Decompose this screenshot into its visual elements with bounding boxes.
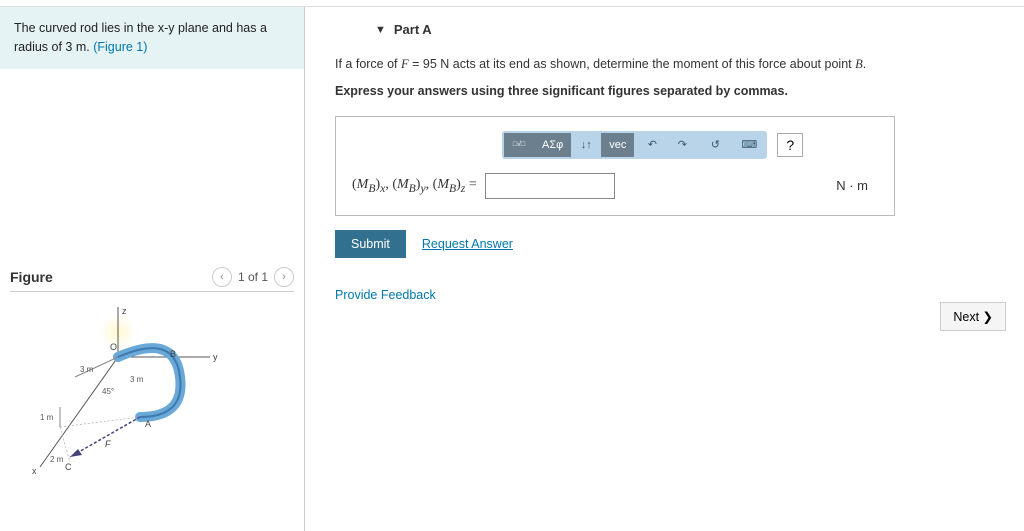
provide-feedback-link[interactable]: Provide Feedback: [335, 288, 436, 302]
force-label: F: [105, 439, 111, 449]
dim-3m-top: 3 m: [80, 365, 94, 374]
point-b-label: B: [170, 349, 176, 359]
tool-group-main: □√□ ΑΣφ ↓↑ vec ↶ ↷ ↺ ⌨: [502, 131, 767, 159]
submit-button[interactable]: Submit: [335, 230, 406, 258]
submit-row: Submit Request Answer: [335, 230, 994, 258]
figure-header: Figure ‹ 1 of 1 ›: [10, 267, 294, 292]
q-unit-n: N: [440, 57, 449, 71]
q-seg-1: If a force of: [335, 57, 401, 71]
question-text: If a force of F = 95 N acts at its end a…: [335, 55, 994, 74]
templates-button[interactable]: □√□: [504, 133, 534, 157]
help-button[interactable]: ?: [777, 133, 803, 157]
point-c-label: C: [65, 462, 72, 472]
right-column: ▼ Part A If a force of F = 95 N acts at …: [305, 7, 1024, 531]
part-header[interactable]: ▼ Part A: [375, 22, 994, 37]
answer-row: (MB)x, (MB)y, (MB)z = N · m: [352, 173, 878, 199]
request-answer-link[interactable]: Request Answer: [422, 237, 513, 251]
figure-next-button[interactable]: ›: [274, 267, 294, 287]
axis-z-label: z: [122, 306, 127, 316]
figure-counter: 1 of 1: [238, 270, 268, 284]
greek-button[interactable]: ΑΣφ: [534, 133, 571, 157]
origin-label: O: [110, 342, 117, 352]
redo-button[interactable]: ↷: [667, 133, 697, 157]
undo-button[interactable]: ↶: [637, 133, 667, 157]
figure-nav: ‹ 1 of 1 ›: [212, 267, 294, 287]
answer-box: □√□ ΑΣφ ↓↑ vec ↶ ↷ ↺ ⌨ ? (MB)x, (MB)y, (…: [335, 116, 895, 216]
q-var-f: F: [401, 57, 409, 71]
keyboard-button[interactable]: ⌨: [733, 133, 765, 157]
q-point-b: B: [855, 57, 863, 71]
intro-box: The curved rod lies in the x-y plane and…: [0, 7, 304, 69]
q-seg-3: .: [863, 57, 866, 71]
q-eq: = 95: [409, 57, 441, 71]
dim-2m: 2 m: [50, 455, 64, 464]
intro-unit: m: [76, 40, 86, 54]
left-column: The curved rod lies in the x-y plane and…: [0, 7, 305, 531]
collapse-icon: ▼: [375, 24, 386, 36]
equation-toolbar: □√□ ΑΣφ ↓↑ vec ↶ ↷ ↺ ⌨ ?: [502, 131, 878, 159]
answer-input[interactable]: [485, 173, 615, 199]
figure-diagram: z y x O B A 3 m 3 m 45° 1 m: [10, 302, 240, 482]
vec-button[interactable]: vec: [601, 133, 634, 157]
part-title: Part A: [394, 22, 432, 37]
subscript-button[interactable]: ↓↑: [571, 133, 601, 157]
figure-title: Figure: [10, 269, 53, 285]
next-button[interactable]: Next ❯: [940, 302, 1006, 331]
dim-45: 45°: [102, 387, 114, 396]
dim-3m-arc: 3 m: [130, 375, 144, 384]
answer-unit: N · m: [836, 178, 868, 193]
axis-x-label: x: [32, 466, 37, 476]
figure-section: Figure ‹ 1 of 1 › z: [0, 259, 304, 490]
figure-prev-button[interactable]: ‹: [212, 267, 232, 287]
answer-label: (MB)x, (MB)y, (MB)z =: [352, 177, 477, 195]
point-a-label: A: [145, 419, 151, 429]
q-seg-2: acts at its end as shown, determine the …: [449, 57, 855, 71]
instruction-text: Express your answers using three signifi…: [335, 84, 994, 98]
dim-1m: 1 m: [40, 413, 54, 422]
reset-button[interactable]: ↺: [700, 133, 730, 157]
axis-y-label: y: [213, 352, 218, 362]
figure-link[interactable]: (Figure 1): [93, 40, 147, 54]
